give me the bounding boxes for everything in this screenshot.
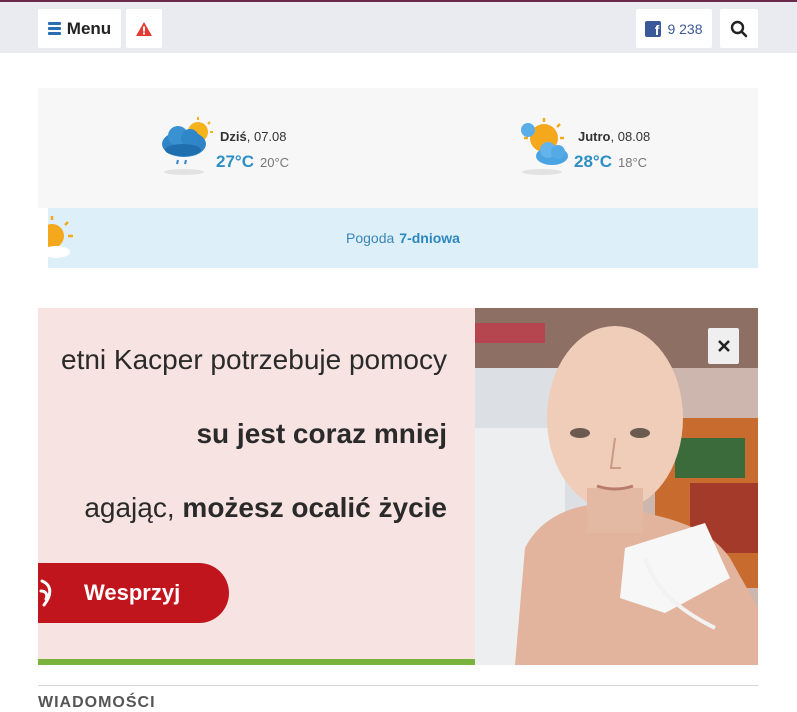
donation-banner[interactable]: etni Kacper potrzebuje pomocy su jest co…	[38, 308, 758, 665]
hamburger-icon	[47, 20, 61, 37]
menu-label: Menu	[66, 18, 112, 38]
warning-icon	[136, 21, 152, 36]
donate-label: Wesprzyj	[84, 580, 181, 605]
sun-icon	[48, 216, 73, 258]
banner-line-3: agając, możesz ocalić życie	[84, 492, 447, 523]
heart-icon	[39, 579, 52, 607]
banner-accent-bar	[38, 659, 475, 665]
weather-widget: Dziś, 07.08 27°C 20°C Jutro, 08.08 28°C 18…	[38, 88, 758, 208]
section-divider	[38, 685, 758, 686]
menu-button[interactable]: Menu	[38, 9, 121, 48]
facebook-button[interactable]: f 9 238	[636, 9, 712, 48]
weather-tomorrow-date: Jutro, 08.08	[578, 129, 651, 144]
weather-today-temps: 27°C 20°C	[216, 152, 289, 172]
rain-cloud-sun-icon	[162, 117, 213, 175]
banner-line-2: su jest coraz mniej	[196, 418, 447, 449]
weather-tomorrow-temps: 28°C 18°C	[574, 152, 647, 172]
alert-button[interactable]	[126, 9, 162, 48]
banner-text-panel: etni Kacper potrzebuje pomocy su jest co…	[38, 308, 475, 665]
donate-button[interactable]: Wesprzyj	[38, 563, 229, 623]
sun-cloud-icon	[521, 118, 568, 175]
search-button[interactable]	[720, 9, 758, 48]
banner-line-1: etni Kacper potrzebuje pomocy	[61, 344, 447, 375]
weather-today-high: 27°C	[216, 152, 254, 171]
weekly-forecast-link[interactable]: Pogoda 7-dniowa	[48, 208, 758, 268]
forecast-prefix: Pogoda	[346, 230, 395, 246]
close-ad-button[interactable]	[708, 328, 739, 364]
close-icon	[717, 340, 730, 352]
weather-tomorrow-high: 28°C	[574, 152, 612, 171]
facebook-icon: f	[645, 20, 662, 37]
weather-today-low: 20°C	[259, 155, 290, 170]
forecast-link-text: 7-dniowa	[399, 230, 460, 246]
facebook-count: 9 238	[667, 20, 703, 37]
top-bar: Menu f 9 238	[0, 2, 797, 53]
section-title: WIADOMOŚCI	[38, 694, 156, 711]
weather-today-date: Dziś, 07.08	[220, 129, 287, 144]
weather-tomorrow-low: 18°C	[617, 155, 648, 170]
search-icon	[730, 20, 748, 37]
